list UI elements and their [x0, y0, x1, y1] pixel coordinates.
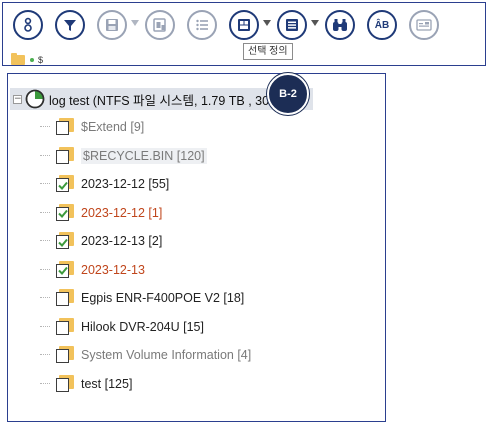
- text-encoding-button[interactable]: ÂB: [367, 10, 397, 40]
- tree-item-label: test [125]: [81, 376, 133, 391]
- folder-checkbox-icon[interactable]: [56, 289, 74, 307]
- breadcrumb: $: [11, 53, 43, 67]
- tree-item[interactable]: Egpis ENR-F400POE V2 [18]: [40, 287, 244, 309]
- report-list-dropdown-icon[interactable]: [311, 20, 319, 26]
- text-encoding-icon: ÂB: [374, 19, 390, 31]
- id-card-icon: [416, 19, 432, 31]
- toolbar: ÂB 선택 정의 $: [2, 2, 486, 66]
- tree-item-label: 2023-12-13 [2]: [81, 234, 163, 248]
- folder-checkbox-icon[interactable]: [56, 346, 74, 364]
- search-button[interactable]: [325, 10, 355, 40]
- info-icon: [24, 17, 32, 32]
- tree-item[interactable]: 2023-12-13 [2]: [40, 230, 162, 252]
- callout-badge: B-2: [267, 73, 309, 115]
- tree-guide-line: [40, 183, 50, 185]
- tree-item[interactable]: 2023-12-12 [55]: [40, 173, 169, 195]
- tree-item[interactable]: System Volume Information [4]: [40, 344, 251, 366]
- file-tree: − log test (NTFS 파일 시스템, 1.79 TB , 305 파…: [7, 73, 386, 422]
- binoculars-icon: [333, 19, 347, 31]
- save-report-button[interactable]: [145, 10, 175, 40]
- tree-item[interactable]: test [125]: [40, 373, 132, 395]
- select-define-dropdown-icon[interactable]: [263, 20, 271, 26]
- tree-item-label: Hilook DVR-204U [15]: [81, 319, 204, 334]
- tree-guide-line: [40, 325, 50, 328]
- tree-item[interactable]: $Extend [9]: [40, 116, 144, 138]
- tree-guide-line: [40, 154, 50, 157]
- tree-item[interactable]: 2023-12-12 [1]: [40, 202, 162, 224]
- tree-item-label: 2023-12-12 [55]: [81, 177, 170, 191]
- save-report-icon: [153, 18, 166, 32]
- tree-item-label: $Extend [9]: [81, 120, 145, 134]
- report-list-icon: [286, 19, 298, 31]
- select-define-icon: [238, 19, 250, 31]
- tree-item[interactable]: Hilook DVR-204U [15]: [40, 316, 204, 338]
- tree-item-label: Egpis ENR-F400POE V2 [18]: [81, 291, 245, 305]
- disk-icon: [25, 89, 45, 109]
- filter-icon: [64, 20, 76, 31]
- breadcrumb-path: $: [38, 55, 44, 65]
- tree-item[interactable]: $RECYCLE.BIN [120]: [40, 145, 207, 167]
- checked-folder-icon[interactable]: [56, 232, 74, 250]
- id-card-button[interactable]: [409, 10, 439, 40]
- tree-item-label: 2023-12-12 [1]: [81, 205, 163, 220]
- tree-guide-line: [40, 382, 50, 385]
- filter-button[interactable]: [55, 10, 85, 40]
- save-dropdown-icon[interactable]: [131, 20, 139, 26]
- checked-folder-icon[interactable]: [56, 175, 74, 193]
- save-button[interactable]: [97, 10, 127, 40]
- tree-item[interactable]: 2023-12-13: [40, 259, 145, 281]
- tree-guide-line: [40, 126, 50, 128]
- tree-guide-line: [40, 211, 50, 214]
- folder-icon: [11, 53, 25, 65]
- folder-checkbox-icon[interactable]: [56, 374, 74, 393]
- report-list-button[interactable]: [277, 10, 307, 40]
- tree-guide-line: [40, 354, 50, 356]
- tree-item-label: $RECYCLE.BIN [120]: [81, 147, 207, 164]
- checked-folder-icon[interactable]: [56, 203, 74, 222]
- status-dot-icon: [30, 58, 34, 62]
- folder-checkbox-icon[interactable]: [56, 118, 74, 136]
- list-icon: [196, 19, 208, 31]
- tree-item-label: System Volume Information [4]: [81, 348, 252, 362]
- folder-checkbox-icon[interactable]: [56, 146, 74, 165]
- tree-item-label: 2023-12-13: [81, 262, 145, 277]
- checked-folder-icon[interactable]: [56, 260, 74, 279]
- tooltip-select-define: 선택 정의: [243, 43, 293, 60]
- select-define-button[interactable]: [229, 10, 259, 40]
- tree-guide-line: [40, 268, 50, 271]
- info-button[interactable]: [13, 10, 43, 40]
- folder-checkbox-icon[interactable]: [56, 317, 74, 336]
- tree-guide-line: [40, 297, 50, 299]
- save-icon: [106, 19, 118, 31]
- list-button[interactable]: [187, 10, 217, 40]
- tree-guide-line: [40, 240, 50, 242]
- collapse-icon[interactable]: −: [13, 94, 22, 104]
